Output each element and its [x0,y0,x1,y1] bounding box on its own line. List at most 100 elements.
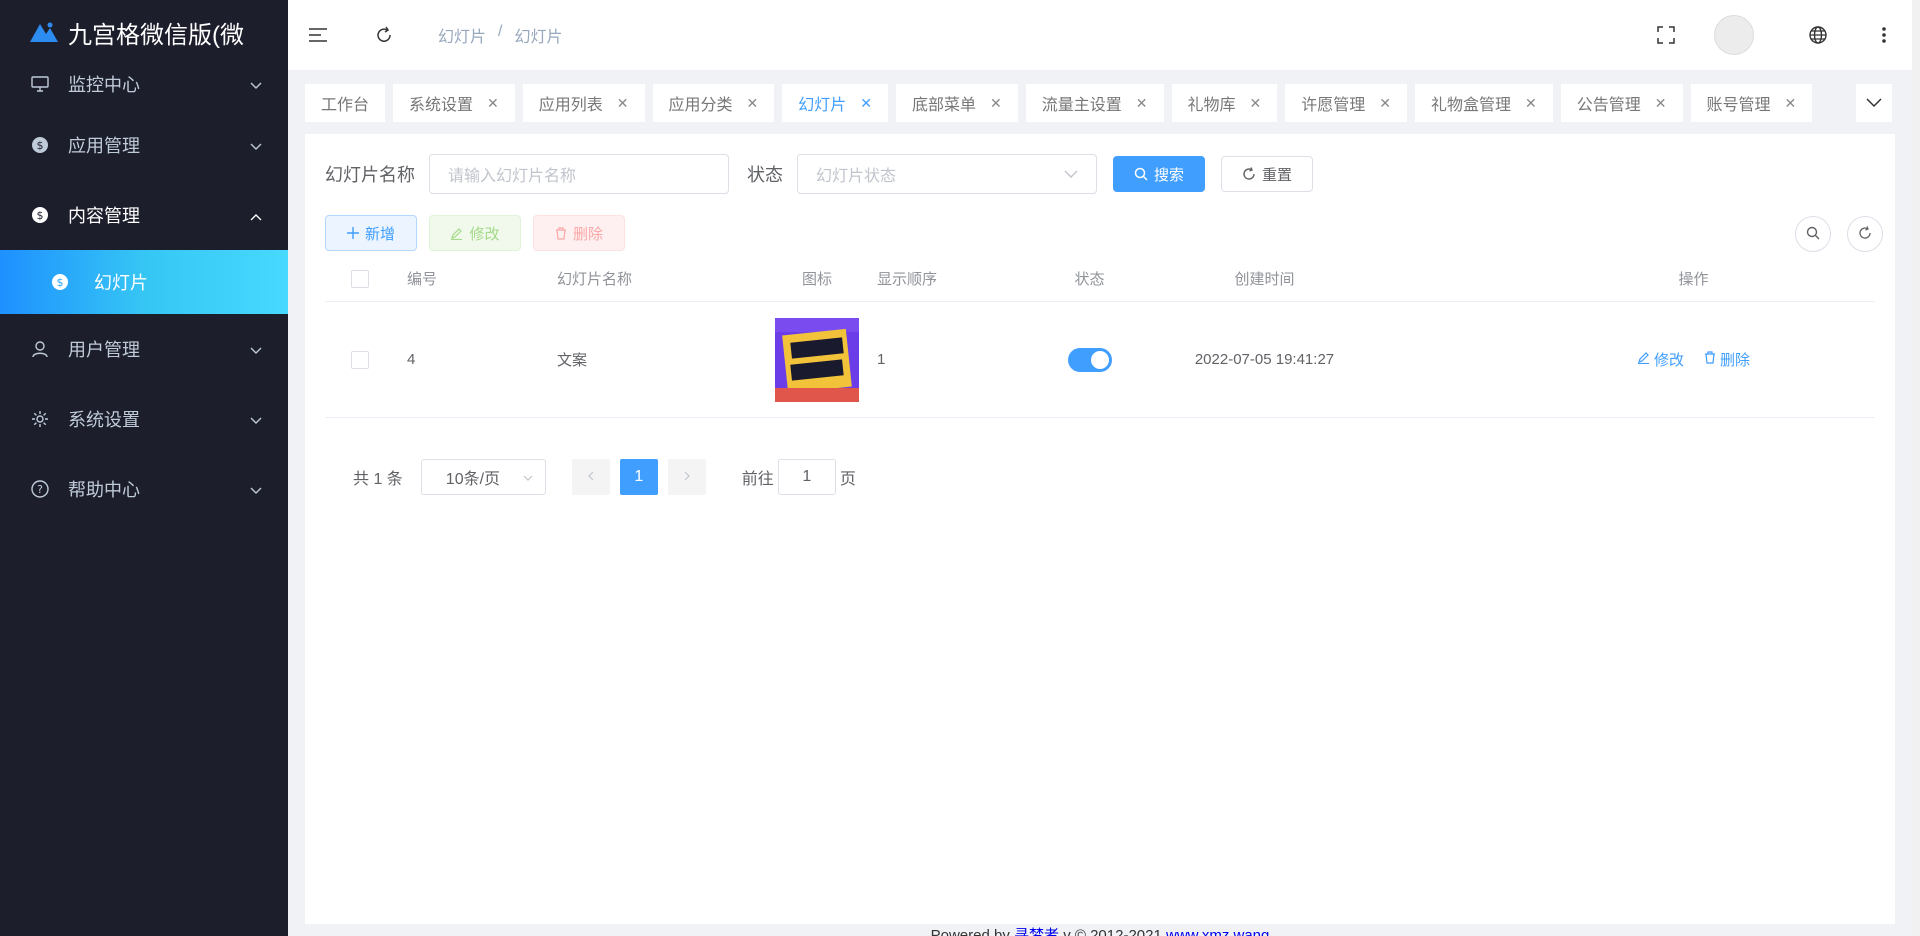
close-icon[interactable]: ✕ [1785,95,1797,112]
tab-label: 许愿管理 [1301,97,1366,114]
tab-account-management[interactable]: 账号管理 ✕ [1690,84,1813,122]
sidebar-item-label: 用户管理 [68,340,140,360]
chevron-down-icon [250,339,262,360]
tab-wish-management[interactable]: 许愿管理 ✕ [1285,84,1408,122]
reset-button[interactable]: 重置 [1221,156,1313,192]
row-edit-link[interactable]: 修改 [1637,349,1684,370]
select-all-checkbox[interactable] [351,269,369,288]
close-icon[interactable]: ✕ [1379,95,1391,112]
tab-gift-box-management[interactable]: 礼物盒管理 ✕ [1415,84,1553,122]
header-actions [1652,0,1920,70]
sidebar-subitem-slides[interactable]: $ 幻灯片 [0,250,288,314]
page-size-select[interactable]: 10条/页 [420,459,546,495]
header-id: 编号 [407,271,438,288]
trash-icon [1704,351,1716,368]
page-scrollbar[interactable] [1912,0,1920,936]
close-icon[interactable]: ✕ [990,95,1002,112]
slide-name-input[interactable]: 请输入幻灯片名称 [429,154,729,194]
fullscreen-icon[interactable] [1652,21,1680,49]
refresh-table-button[interactable] [1847,216,1883,252]
avatar[interactable] [1714,15,1754,55]
slides-table: 编号 幻灯片名称 图标 显示顺序 状态 创建时间 操作 4 文案 1 2022-… [325,256,1875,418]
top-header: 幻灯片 / 幻灯片 [288,0,1920,70]
user-icon [30,339,50,359]
cell-id: 4 [407,351,416,368]
close-icon[interactable]: ✕ [1250,95,1262,112]
row-checkbox[interactable] [351,350,369,369]
tab-slides[interactable]: 幻灯片 ✕ [782,84,889,122]
cell-created: 2022-07-05 19:41:27 [1194,351,1335,368]
tab-workbench[interactable]: 工作台 [305,84,386,122]
tab-label: 系统设置 [409,97,474,114]
tab-system-settings[interactable]: 系统设置 ✕ [393,84,515,122]
page-number-current[interactable]: 1 [619,459,658,495]
breadcrumb-item[interactable]: 幻灯片 [438,23,486,47]
tab-label: 工作台 [321,97,370,114]
goto-page-input[interactable]: 1 [777,459,836,495]
add-button[interactable]: 新增 [325,215,417,251]
search-form: 幻灯片名称 请输入幻灯片名称 状态 幻灯片状态 搜索 重置 [325,154,1313,194]
edit-button[interactable]: 修改 [429,215,521,251]
tab-gift-library[interactable]: 礼物库 ✕ [1171,84,1278,122]
close-icon[interactable]: ✕ [1136,95,1148,112]
close-icon[interactable]: ✕ [1525,95,1537,112]
tabs-more-button[interactable] [1856,84,1892,122]
close-icon[interactable]: ✕ [747,95,759,112]
tab-traffic-settings[interactable]: 流量主设置 ✕ [1025,84,1164,122]
gear-icon [30,409,50,429]
monitor-icon [30,74,50,94]
refresh-icon[interactable] [370,21,398,49]
add-button-label: 新增 [364,225,395,243]
sidebar-item-system-settings[interactable]: 系统设置 [0,384,288,454]
globe-icon[interactable] [1804,21,1832,49]
close-icon[interactable]: ✕ [487,95,499,112]
footer-copyright: v © 2012-2021 [1059,927,1166,936]
app-logo[interactable]: 九宫格微信版(微 [0,0,288,64]
goto-suffix: 页 [839,471,856,488]
sidebar-item-help-center[interactable]: ? 帮助中心 [0,454,288,524]
footer-brand-link[interactable]: 寻梦者 [1014,927,1059,936]
header-order: 显示顺序 [877,271,938,288]
menu-toggle-icon[interactable] [304,21,332,49]
delete-button[interactable]: 删除 [533,215,625,251]
sidebar-item-user-management[interactable]: 用户管理 [0,314,288,384]
slide-thumbnail[interactable] [775,317,859,402]
footer: Powered by 寻梦者 v © 2012-2021 www.xmz.wan… [305,924,1895,936]
sidebar-item-label: 内容管理 [68,206,140,226]
chevron-down-icon [250,479,262,500]
sidebar-item-monitor[interactable]: 监控中心 [0,58,288,110]
header-created: 创建时间 [1234,271,1295,288]
tab-app-list[interactable]: 应用列表 ✕ [522,84,645,122]
sidebar: 九宫格微信版(微 监控中心 $ 应用管理 $ 内容管理 $ 幻灯片 用户管理 系… [0,0,288,936]
header-checkbox-cell [325,269,407,288]
close-icon[interactable]: ✕ [860,95,872,112]
sidebar-item-app-management[interactable]: $ 应用管理 [0,110,288,180]
dollar-circle-icon: $ [50,272,70,292]
tab-label: 应用分类 [668,97,733,114]
breadcrumb-item: 幻灯片 [514,29,563,46]
status-select[interactable]: 幻灯片状态 [797,154,1097,194]
toggle-search-button[interactable] [1795,216,1831,252]
status-toggle[interactable] [1067,347,1112,372]
more-vertical-icon[interactable] [1870,21,1898,49]
next-page-button[interactable] [667,459,706,495]
close-icon[interactable]: ✕ [1655,95,1667,112]
search-button[interactable]: 搜索 [1113,156,1205,192]
header-name: 幻灯片名称 [557,271,633,288]
cell-order: 1 [877,351,886,368]
close-icon[interactable]: ✕ [617,95,629,112]
breadcrumb-separator: / [498,23,503,40]
logo-icon [30,22,58,42]
sidebar-item-content-management[interactable]: $ 内容管理 [0,180,288,250]
svg-text:?: ? [37,483,43,496]
dollar-circle-icon: $ [30,205,50,225]
tab-bottom-menu[interactable]: 底部菜单 ✕ [896,84,1018,122]
chevron-down-icon [250,74,262,95]
row-delete-link[interactable]: 删除 [1704,349,1750,370]
footer-site-link[interactable]: www.xmz.wang [1166,927,1269,936]
tab-notice-management[interactable]: 公告管理 ✕ [1560,84,1683,122]
tab-app-category[interactable]: 应用分类 ✕ [652,84,775,122]
prev-page-button[interactable] [571,459,610,495]
tab-bar: 工作台 系统设置 ✕ 应用列表 ✕ 应用分类 ✕ 幻灯片 ✕ 底部菜单 ✕ 流量主设置 ✕ … [305,84,1892,122]
status-label: 状态 [747,165,783,185]
